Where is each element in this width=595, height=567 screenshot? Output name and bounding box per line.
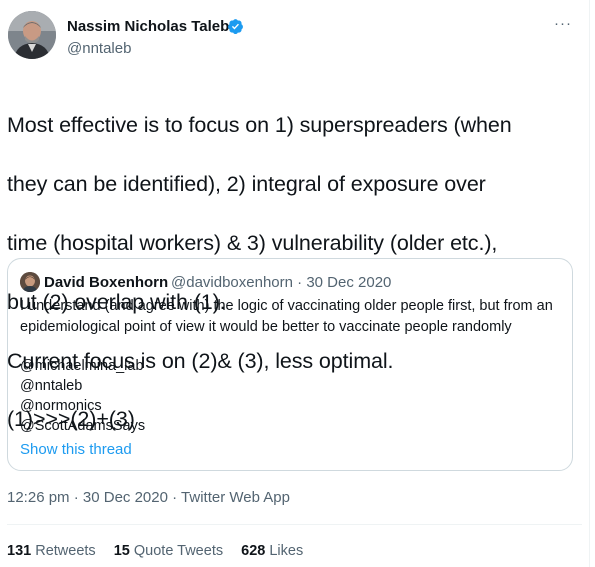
tweet-line: they can be identified), 2) integral of … — [7, 172, 486, 197]
divider — [7, 524, 582, 525]
likes-count: 628 — [241, 543, 266, 559]
quoted-author-avatar[interactable] — [20, 272, 40, 292]
timestamp-separator: · — [172, 489, 178, 506]
quote-tweets-count: 15 — [113, 543, 130, 559]
retweets-stat[interactable]: 131 Retweets — [7, 543, 96, 559]
show-thread-link[interactable]: Show this thread — [20, 441, 132, 458]
more-icon[interactable]: ··· — [554, 16, 574, 33]
quoted-body: I understand (and agree with) the logic … — [20, 298, 553, 335]
tweet-date[interactable]: 30 Dec 2020 — [83, 489, 168, 506]
retweets-label: Retweets — [35, 543, 96, 559]
mention-link[interactable]: @nntaleb — [20, 376, 145, 396]
mention-link[interactable]: @michaelmina_lab — [20, 356, 145, 376]
mention-link[interactable]: @ScottAdamsSays — [20, 416, 145, 436]
quoted-separator: · — [297, 274, 303, 291]
quoted-author-name: David Boxenhorn — [44, 274, 169, 291]
verified-badge-icon — [228, 19, 243, 35]
author-handle[interactable]: @nntaleb — [67, 40, 131, 57]
tweet-line: time (hospital workers) & 3) vulnerabili… — [7, 231, 498, 256]
avatar-photo-icon — [8, 11, 56, 59]
engagement-stats: 131 Retweets 15 Quote Tweets 628 Likes — [7, 543, 303, 559]
likes-label: Likes — [269, 543, 304, 559]
tweet-line: Most effective is to focus on 1) supersp… — [7, 113, 512, 138]
timestamp-separator: · — [73, 489, 79, 506]
avatar-photo-icon — [20, 272, 40, 292]
author-name[interactable]: Nassim Nicholas Taleb — [67, 18, 229, 35]
mention-link[interactable]: @normonics — [20, 396, 145, 416]
tweet-timestamp: 12:26 pm · 30 Dec 2020 · Twitter Web App — [7, 489, 290, 506]
quoted-meta: @davidboxenhorn · 30 Dec 2020 — [171, 274, 391, 291]
tweet-source[interactable]: Twitter Web App — [181, 489, 290, 506]
likes-stat[interactable]: 628 Likes — [241, 543, 303, 559]
tweet-time[interactable]: 12:26 pm — [7, 489, 70, 506]
quoted-mentions: @michaelmina_lab @nntaleb @normonics @Sc… — [20, 356, 145, 436]
right-border — [589, 0, 590, 567]
quote-tweets-stat[interactable]: 15 Quote Tweets — [114, 543, 223, 559]
quote-tweets-label: Quote Tweets — [133, 543, 224, 559]
author-avatar[interactable] — [8, 11, 56, 59]
quoted-author-handle: @davidboxenhorn — [171, 274, 293, 291]
quoted-date: 30 Dec 2020 — [306, 274, 392, 291]
retweets-count: 131 — [7, 543, 32, 559]
quoted-tweet-card[interactable]: David Boxenhorn @davidboxenhorn · 30 Dec… — [7, 258, 573, 471]
